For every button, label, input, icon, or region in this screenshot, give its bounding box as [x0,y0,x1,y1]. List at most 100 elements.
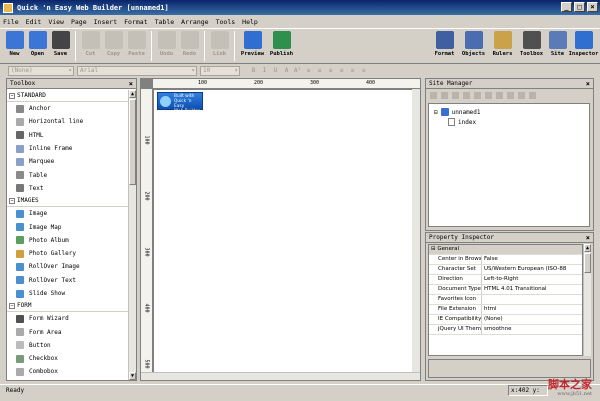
collapse-icon[interactable]: − [9,92,15,99]
menu-tools[interactable]: Tools [216,18,236,26]
site-manager-close-icon[interactable]: × [586,80,590,88]
menu-view[interactable]: View [48,18,64,26]
format-button[interactable]: ≡ [348,66,357,75]
move-left-icon[interactable] [518,91,525,99]
rulers-button[interactable]: Rulers [488,31,517,57]
new-page-icon[interactable] [430,91,437,99]
toolbox-item[interactable]: Photo Gallery [7,247,129,260]
toolbox-item[interactable]: Form Area [7,325,129,338]
collapse-icon[interactable]: ⊟ [434,109,438,116]
format-button[interactable]: ≡ [326,66,335,75]
property-row[interactable]: Center in BrowserFalse [429,255,582,265]
toolbox-item[interactable]: RollOver Text [7,274,129,287]
toolbox-item[interactable]: HTML [7,129,129,142]
property-value[interactable]: smoothne [482,325,582,334]
format-button[interactable]: ≡ [359,66,368,75]
property-row[interactable]: jQuery UI Theme smoothne [429,325,582,335]
editor-vertical-scrollbar[interactable] [412,89,420,372]
property-value[interactable]: html [482,305,582,314]
toolbox-group-standard[interactable]: − STANDARD [7,90,129,102]
redo-button[interactable]: Redo [178,31,201,57]
collapse-icon[interactable]: − [9,302,15,309]
undo-button[interactable]: Undo [155,31,178,57]
menu-edit[interactable]: Edit [26,18,42,26]
rename-icon[interactable] [474,91,481,99]
format-button[interactable]: ≡ [315,66,324,75]
tree-child[interactable]: index [434,117,584,127]
open-button[interactable]: Open [26,31,49,57]
property-row[interactable]: IE Compatibility (None) [429,315,582,325]
minimize-button[interactable]: _ [561,2,572,12]
property-row[interactable]: File Extension html [429,305,582,315]
menu-page[interactable]: Page [71,18,87,26]
format-button[interactable]: ≡ [337,66,346,75]
cut-button[interactable]: Cut [79,31,102,57]
toolbox-item[interactable]: Image Map [7,220,129,233]
menu-arrange[interactable]: Arrange [181,18,208,26]
tree-root[interactable]: ⊟ unnamed1 [434,107,584,117]
delete-icon[interactable] [485,91,492,99]
move-right-icon[interactable] [529,91,536,99]
property-value[interactable]: False [482,255,582,264]
menu-format[interactable]: Format [124,18,147,26]
page-canvas[interactable]: Built with Quick 'n Easy Web Builder [154,90,412,375]
property-value[interactable] [482,295,582,304]
toolbox-item[interactable]: Combobox [7,365,129,378]
property-row[interactable]: Favorites Icon [429,295,582,305]
toolbox-item[interactable]: Table [7,168,129,181]
menu-help[interactable]: Help [242,18,258,26]
paste-button[interactable]: Paste [125,31,148,57]
save-page-icon[interactable] [452,91,459,99]
toolbox-close-icon[interactable]: × [129,80,133,88]
toolbox-item[interactable]: Form Wizard [7,312,129,325]
format-button[interactable]: I [260,66,269,75]
property-value[interactable]: Left-to-Right [482,275,582,284]
property-row[interactable]: Direction Left-to-Right [429,275,582,285]
property-row[interactable]: Document Type HTML 4.01 Transitional [429,285,582,295]
font-size-combo[interactable]: 10 [200,65,240,76]
format-button[interactable]: A² [293,66,302,75]
scroll-up-icon[interactable]: ▲ [584,244,591,252]
copy-button[interactable]: Copy [102,31,125,57]
toolbox-item[interactable]: RollOver Image [7,260,129,273]
open-page-icon[interactable] [441,91,448,99]
toolbox-item[interactable]: Photo Album [7,234,129,247]
format-button[interactable]: A [282,66,291,75]
format-button[interactable]: B [249,66,258,75]
built-with-badge[interactable]: Built with Quick 'n Easy Web Builder [157,92,203,114]
link-button[interactable]: Link [208,31,231,57]
close-button[interactable]: × [587,2,598,12]
style-combo[interactable]: (None) [8,65,74,76]
property-inspector-close-icon[interactable]: × [586,234,590,242]
move-up-icon[interactable] [496,91,503,99]
toolbox-group-images[interactable]: − IMAGES [7,195,129,208]
menu-file[interactable]: File [3,18,19,26]
toolbox-group-form[interactable]: − FORM [7,300,129,313]
maximize-button[interactable]: □ [574,2,585,12]
toolbox-item[interactable]: Marquee [7,155,129,168]
toolbox-item[interactable]: Horizontal line [7,115,129,128]
toolbox-item[interactable]: Image [7,207,129,220]
toolbox-item[interactable]: Inline Frame [7,142,129,155]
preview-button[interactable]: Preview [238,31,267,57]
move-down-icon[interactable] [507,91,514,99]
format-button[interactable]: ≡ [304,66,313,75]
site-button[interactable]: Site [546,31,569,57]
inspector-button[interactable]: Inspector [569,31,598,57]
objects-button[interactable]: Objects [459,31,488,57]
scroll-thumb[interactable] [129,99,136,185]
new-button[interactable]: New [3,31,26,57]
format-button[interactable]: U [271,66,280,75]
menu-table[interactable]: Table [155,18,175,26]
scroll-up-icon[interactable]: ▲ [129,90,136,98]
property-group[interactable]: ⊟ General [429,245,582,255]
toolbox-item[interactable]: Checkbox [7,352,129,365]
property-value[interactable]: (None) [482,315,582,324]
property-row[interactable]: Character Set US/Western European (ISO-88 [429,265,582,275]
format-button[interactable]: Format [430,31,459,57]
save-button[interactable]: Save [49,31,72,57]
toolbox-scrollbar[interactable]: ▲ ▼ [128,90,136,380]
property-scrollbar[interactable]: ▲ [583,244,591,356]
scroll-thumb[interactable] [584,253,591,273]
font-combo[interactable]: Arial [77,65,197,76]
